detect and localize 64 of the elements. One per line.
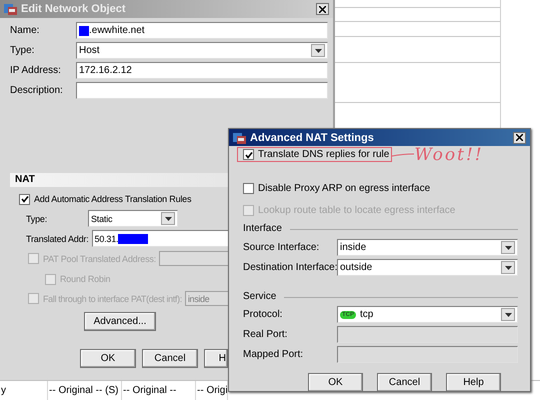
dropdown-button[interactable]	[501, 261, 515, 274]
field-value: inside	[340, 242, 366, 254]
input-field[interactable]: 172.16.2.12	[76, 62, 328, 79]
window-icon	[4, 3, 17, 15]
dialog-button[interactable]: Cancel	[142, 349, 198, 368]
dialog-button[interactable]: OK	[80, 349, 136, 368]
close-button[interactable]	[513, 132, 526, 144]
checkbox-label: Add Automatic Address Translation Rules	[34, 193, 192, 205]
field-value: 50.31.	[94, 232, 118, 244]
caret-icon	[504, 312, 512, 316]
field-label: Type:	[26, 212, 48, 224]
input-field[interactable]: .ewwhite.net	[76, 22, 328, 39]
checkbox[interactable]	[19, 194, 30, 204]
handwritten-note: Woot!!	[414, 146, 484, 164]
dropdown-button[interactable]	[501, 241, 515, 254]
window-title: Advanced NAT Settings	[250, 132, 374, 144]
dropdown-field[interactable]: Static	[88, 210, 178, 227]
caret-icon	[504, 266, 512, 270]
checkbox[interactable]	[243, 149, 254, 160]
field-label: Translated Addr:	[26, 232, 89, 244]
dropdown-button[interactable]	[501, 308, 515, 321]
table-cell: y	[0, 381, 48, 400]
field-label: Description:	[10, 84, 64, 96]
dialog-button[interactable]: Cancel	[377, 373, 432, 392]
field-label: Type:	[10, 44, 36, 56]
dropdown-field[interactable]: Host	[76, 42, 328, 59]
table-cell: -- Original -- (S)	[48, 381, 122, 400]
field-value: .ewwhite.net	[89, 24, 145, 36]
caret-icon	[504, 246, 512, 250]
field-label: Mapped Port:	[243, 348, 304, 360]
field-label: IP Address:	[10, 64, 62, 76]
field-label: Protocol:	[243, 308, 284, 320]
caret-icon	[314, 48, 322, 52]
field-value: Host	[79, 44, 100, 56]
checkbox-label: Translate DNS replies for rule	[258, 148, 390, 160]
close-button[interactable]	[316, 3, 329, 15]
dialog-button[interactable]: Help	[446, 373, 501, 392]
checkbox-label: PAT Pool Translated Address:	[43, 252, 156, 264]
caret-icon	[164, 216, 172, 220]
close-icon	[516, 134, 523, 141]
dialog-button[interactable]: OK	[308, 373, 363, 392]
table-cell: -- Original --	[122, 381, 196, 400]
dialog-button[interactable]: H	[204, 349, 228, 368]
field-value: 172.16.2.12	[79, 64, 132, 76]
dropdown-field[interactable]: inside	[337, 239, 518, 256]
checkbox-label: Round Robin	[60, 273, 110, 285]
field-label: Destination Interface:	[243, 262, 337, 274]
field-value: Static	[91, 212, 112, 224]
close-icon	[319, 6, 326, 12]
dialog-button[interactable]: Advanced...	[84, 312, 156, 331]
window-icon	[233, 132, 246, 144]
dropdown-field[interactable]: outside	[337, 259, 518, 276]
field-value: outside	[340, 262, 372, 274]
input-field[interactable]	[76, 82, 328, 99]
window-title: Edit Network Object	[21, 3, 126, 15]
field-label: Real Port:	[243, 328, 288, 340]
field-value: tcp	[360, 308, 374, 320]
field-label: Name:	[10, 24, 40, 36]
checkbox-label: Fall through to interface PAT(dest intf):	[43, 292, 182, 304]
dropdown-button[interactable]	[161, 212, 175, 225]
checkbox[interactable]	[243, 183, 254, 194]
checkbox-label: Lookup route table to locate egress interface	[258, 204, 456, 216]
dropdown-button[interactable]	[311, 44, 325, 57]
field-value: inside	[188, 292, 210, 304]
